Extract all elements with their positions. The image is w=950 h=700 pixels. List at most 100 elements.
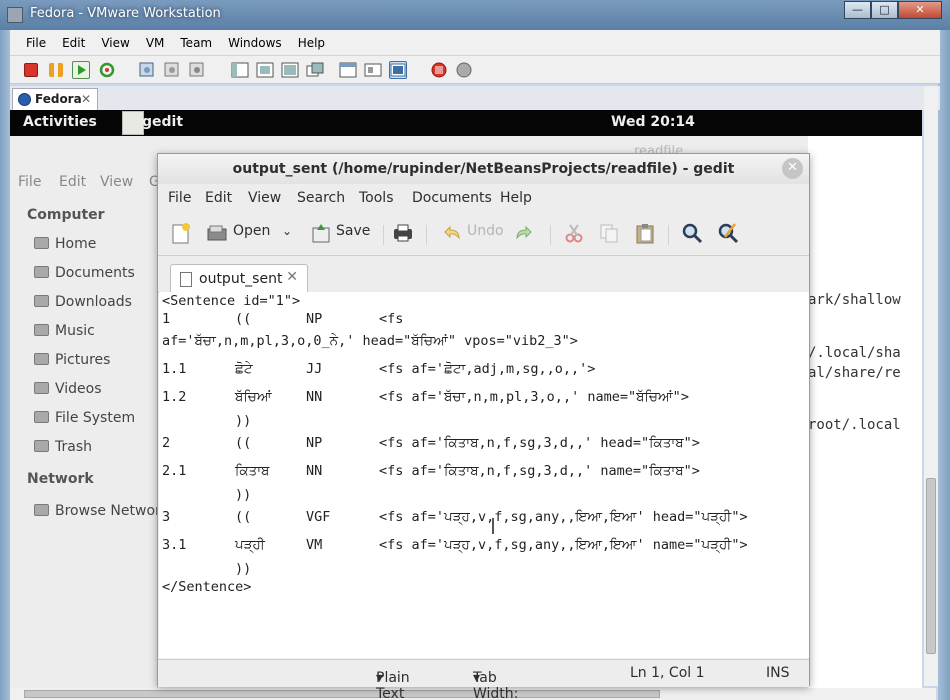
menu-tools[interactable]: Tools: [359, 190, 394, 206]
sidebar-item-documents[interactable]: Documents: [34, 265, 135, 281]
new-document-icon[interactable]: [170, 222, 192, 244]
editor-cell: VGF: [306, 509, 331, 525]
sidebar-item-home[interactable]: Home: [34, 236, 96, 252]
sidebar-heading-network: Network: [27, 471, 94, 487]
open-icon[interactable]: [206, 222, 228, 244]
editor-cell: 3.1: [162, 537, 187, 553]
home-folder-icon: [34, 237, 49, 249]
quick-switch-icon[interactable]: [256, 61, 274, 79]
sidebar-item-trash[interactable]: Trash: [34, 439, 92, 455]
sidebar-item-downloads[interactable]: Downloads: [34, 294, 132, 310]
tab-output-sent[interactable]: output_sent ✕: [170, 264, 308, 294]
editor-cell: 1.1: [162, 361, 187, 377]
menu-edit[interactable]: Edit: [205, 190, 232, 206]
vm-menu-edit[interactable]: Edit: [54, 30, 93, 56]
open-button[interactable]: Open: [233, 223, 270, 239]
menu-help[interactable]: Help: [500, 190, 532, 206]
text-document-icon: [180, 272, 192, 287]
print-icon[interactable]: [392, 222, 414, 244]
thumbnail-view-icon[interactable]: [364, 61, 382, 79]
close-tab-icon[interactable]: ✕: [81, 89, 91, 109]
vm-menu-file[interactable]: File: [18, 30, 54, 56]
folder-icon: [34, 382, 49, 394]
sidebar-heading-computer: Computer: [27, 207, 105, 223]
fm-menu-view[interactable]: View: [100, 174, 133, 190]
tab-fedora[interactable]: Fedora ✕: [12, 88, 98, 110]
snapshot-manager-icon[interactable]: [188, 61, 206, 79]
network-icon: [34, 504, 49, 516]
unity-icon[interactable]: [306, 61, 324, 79]
sidebar-item-videos[interactable]: Videos: [34, 381, 102, 397]
redo-icon[interactable]: [513, 222, 535, 244]
fm-menu-file[interactable]: File: [18, 174, 41, 190]
power-off-icon[interactable]: [24, 63, 38, 77]
fit-guest-icon[interactable]: [389, 61, 407, 79]
trash-icon: [34, 440, 49, 452]
undo-icon[interactable]: [441, 222, 463, 244]
maximize-button[interactable]: □: [871, 1, 898, 19]
file-manager-menubar: File Edit View G: [10, 174, 160, 196]
menu-view[interactable]: View: [248, 190, 281, 206]
sidebar-item-music[interactable]: Music: [34, 323, 95, 339]
snapshot-icon[interactable]: [138, 61, 156, 79]
text-editor[interactable]: <Sentence id="1"> 1 (( NP <fs af='ਬੱਚਾ,n…: [159, 292, 809, 658]
vm-menu-vm[interactable]: VM: [138, 30, 173, 56]
gnome-top-bar: Activities gedit Wed 20:14: [10, 110, 922, 136]
editor-cell: 1.2: [162, 389, 187, 405]
save-icon[interactable]: [310, 222, 332, 244]
menu-documents[interactable]: Documents: [412, 190, 492, 206]
undo-button[interactable]: Undo: [467, 223, 504, 239]
replay-icon[interactable]: [455, 61, 473, 79]
editor-cell: ((: [235, 311, 252, 327]
folder-icon: [34, 353, 49, 365]
sidebar-item-pictures[interactable]: Pictures: [34, 352, 110, 368]
vm-vertical-scrollbar[interactable]: [924, 86, 938, 686]
search-replace-icon[interactable]: [717, 222, 739, 244]
show-sidebar-icon[interactable]: [231, 61, 249, 79]
activities-button[interactable]: Activities: [23, 114, 97, 130]
editor-cell: )): [235, 487, 252, 503]
copy-icon[interactable]: [598, 222, 620, 244]
editor-cell: )): [235, 561, 252, 577]
vm-menu-view[interactable]: View: [93, 30, 137, 56]
suspend-icon[interactable]: [49, 63, 63, 77]
gedit-app-icon: [122, 111, 144, 135]
close-tab-icon[interactable]: ✕: [286, 269, 298, 285]
vm-menu-windows[interactable]: Windows: [220, 30, 290, 56]
revert-snapshot-icon[interactable]: [163, 61, 181, 79]
tab-fedora-label: Fedora: [35, 92, 82, 106]
app-menu[interactable]: gedit: [142, 114, 183, 130]
chevron-down-icon: ▾: [473, 670, 481, 686]
fedora-icon: [18, 93, 31, 106]
vm-menu-help[interactable]: Help: [290, 30, 333, 56]
close-button[interactable]: ✕: [898, 1, 942, 19]
menu-search[interactable]: Search: [297, 190, 345, 206]
sidebar-item-file-system[interactable]: File System: [34, 410, 135, 426]
scrollbar-thumb[interactable]: [926, 478, 936, 654]
scrollbar-thumb[interactable]: [24, 690, 660, 698]
document-tabbar: output_sent ✕: [158, 257, 809, 294]
paste-icon[interactable]: [634, 222, 656, 244]
full-screen-icon[interactable]: [281, 61, 299, 79]
close-icon[interactable]: ✕: [782, 158, 803, 179]
cut-icon[interactable]: [563, 222, 585, 244]
clock[interactable]: Wed 20:14: [611, 114, 695, 130]
vm-menu-team[interactable]: Team: [172, 30, 220, 56]
record-icon[interactable]: [430, 61, 448, 79]
editor-cell: <fs af='ਬੱਚਾ,n,m,pl,3,o,,' name="ਬੱਚਿਆਂ"…: [379, 389, 689, 405]
power-on-icon[interactable]: [72, 61, 90, 79]
toolbar-separator: [383, 225, 384, 245]
file-manager-content: ark/shallow /.local/sha al/share/re root…: [808, 136, 922, 688]
console-view-icon[interactable]: [339, 61, 357, 79]
folder-icon: [34, 266, 49, 278]
chevron-down-icon[interactable]: ⌄: [282, 224, 292, 238]
fm-menu-edit[interactable]: Edit: [59, 174, 86, 190]
editor-cell: 1: [162, 311, 171, 327]
save-button[interactable]: Save: [336, 223, 370, 239]
search-icon[interactable]: [681, 222, 703, 244]
sidebar-item-browse-network[interactable]: Browse Networ: [34, 503, 161, 519]
minimize-button[interactable]: —: [844, 1, 871, 19]
reset-icon[interactable]: [98, 61, 116, 79]
editor-cell: ਛੋਟੇ: [235, 361, 253, 377]
menu-file[interactable]: File: [168, 190, 191, 206]
